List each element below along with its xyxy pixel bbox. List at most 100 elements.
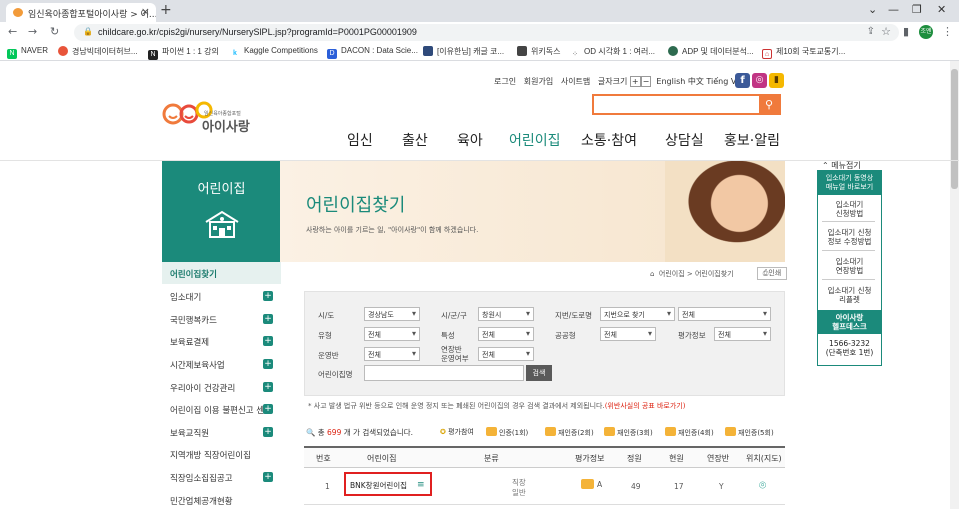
detail-list-icon[interactable]: ≡ (417, 480, 425, 490)
select-sido[interactable]: 경상남도 (364, 307, 420, 321)
browser-tab[interactable]: 임신육아종합포털아이사랑 > 어... × (6, 3, 156, 22)
expand-plus-icon[interactable]: + (263, 427, 273, 437)
quick-apply-method[interactable]: 입소대기 신청방법 (818, 198, 881, 220)
site-search-input[interactable]: ⚲ (592, 94, 781, 115)
login-link[interactable]: 로그인 (494, 77, 516, 86)
quick-extend-method[interactable]: 입소대기 연장방법 (818, 255, 881, 277)
select-sigungu[interactable]: 창원시 (478, 307, 534, 321)
scrollbar-thumb[interactable] (951, 69, 958, 189)
facebook-icon[interactable]: f (735, 73, 750, 88)
bookmark-gnbig[interactable]: 경남빅데이터허브... (58, 46, 138, 57)
new-tab-button[interactable]: + (160, 2, 172, 18)
quick-edit-method[interactable]: 입소대기 신청 정보 수정방법 (818, 226, 881, 248)
quick-leaflet[interactable]: 입소대기 신청 리플렛 (818, 284, 881, 306)
address-bar[interactable]: 🔒 childcare.go.kr/cpis2gi/nursery/Nursery… (74, 24, 899, 41)
bookmark-python[interactable]: N 파이썬 1 : 1 강의 (148, 46, 219, 60)
menu-kebab-icon[interactable]: ⋮ (942, 25, 953, 38)
bookmark-kaggle-kr[interactable]: [이유한님] 캐글 코... (423, 46, 504, 57)
home-icon[interactable]: ⌂ (650, 270, 654, 278)
forward-icon[interactable]: → (28, 25, 37, 38)
gnb-birth[interactable]: 출산 (402, 130, 428, 150)
gnb-community[interactable]: 소통·참여 (581, 130, 637, 150)
select-road-detail[interactable]: 전체 (678, 307, 771, 321)
nursery-name-input[interactable] (364, 365, 524, 381)
select-road-type[interactable]: 지번으로 찾기 (600, 307, 675, 321)
bookmark-naver[interactable]: N NAVER (7, 46, 48, 59)
notion-icon: N (148, 50, 158, 60)
lnb-item-private[interactable]: 민간업체공개현황 (162, 489, 281, 511)
label-grade: 평가정보 (678, 331, 706, 340)
select-extended[interactable]: 전체 (478, 347, 534, 361)
result-count: 🔍 총 699 개 가 검색되었습니다. (306, 427, 413, 438)
lnb-item-card[interactable]: 국민행복카드 + (162, 308, 281, 330)
lnb-item-nursery-search[interactable]: 어린이집찾기 (162, 262, 281, 284)
font-minus-button[interactable]: − (640, 76, 652, 87)
lnb-item-waiting[interactable]: 임소대기 + (162, 285, 281, 307)
sitemap-link[interactable]: 사이트맵 (561, 77, 590, 86)
lnb-item-hourly[interactable]: 시간제보육사업 + (162, 353, 281, 375)
profile-avatar[interactable]: 조엔 (919, 25, 933, 39)
label-feature: 특성 (441, 331, 455, 340)
lnb-title: 어린이집 (197, 182, 246, 197)
expand-plus-icon[interactable]: + (263, 336, 273, 346)
side-panel-icon[interactable]: ▮ (903, 25, 909, 38)
search-button[interactable]: 검색 (526, 365, 552, 381)
select-operation[interactable]: 전체 (364, 347, 420, 361)
map-pin-icon[interactable]: ⌾ (759, 478, 766, 493)
bookmark-od[interactable]: ⁘ OD 시각화 1 : 여러... (570, 46, 655, 60)
share-icon[interactable]: ⇪ (867, 26, 875, 37)
lnb-label: 시간제보육사업 (170, 361, 225, 371)
expand-plus-icon[interactable]: + (263, 291, 273, 301)
reload-icon[interactable]: ↻ (50, 25, 59, 38)
lnb-label: 직장임소집집공고 (170, 474, 233, 484)
expand-plus-icon[interactable]: + (263, 382, 273, 392)
site-logo[interactable]: 임신육아종합포털 아이사랑 (162, 100, 250, 135)
lnb-item-complaint[interactable]: 어린이집 이용 불편신고 센터 + (162, 398, 281, 420)
expand-plus-icon[interactable]: + (263, 314, 273, 324)
gnb-counsel[interactable]: 상담실 (665, 130, 704, 150)
print-button[interactable]: ⎙인쇄 (757, 267, 787, 280)
lnb-item-health[interactable]: 우리아이 건강관리 + (162, 376, 281, 398)
kakao-icon[interactable]: ▮ (769, 73, 784, 88)
nursery-name-link[interactable]: BNK창원어린이집 (350, 480, 407, 491)
close-tab-icon[interactable]: × (141, 5, 150, 18)
bookmark-kaggle[interactable]: k Kaggle Competitions (230, 46, 318, 59)
lnb-item-notice[interactable]: 직장임소집집공고 + (162, 466, 281, 488)
language-links[interactable]: English 中文 Tiếng Việt (656, 77, 746, 86)
expand-plus-icon[interactable]: + (263, 404, 273, 414)
expand-plus-icon[interactable]: + (263, 472, 273, 482)
medal-icon: ✪ (440, 428, 446, 436)
select-grade[interactable]: 전체 (714, 327, 771, 341)
bookmark-wikidocs[interactable]: 위키독스 (517, 46, 560, 57)
quick-divider (822, 279, 875, 280)
signup-link[interactable]: 회원가입 (524, 77, 553, 86)
dots-icon: ⁘ (570, 50, 580, 60)
select-public[interactable]: 전체 (600, 327, 656, 341)
bookmark-molit[interactable]: ⌂ 제10회 국토교통기... (762, 46, 845, 59)
instagram-icon[interactable]: ◎ (752, 73, 767, 88)
minimize-button[interactable]: — (888, 3, 899, 16)
lnb-item-payment[interactable]: 보육료결제 + (162, 330, 281, 352)
bookmark-adp[interactable]: ADP 및 데이터분석... (668, 46, 754, 57)
row-grade: A (597, 480, 603, 489)
font-plus-button[interactable]: + (629, 76, 641, 87)
back-icon[interactable]: ← (8, 25, 17, 38)
select-feature[interactable]: 전체 (478, 327, 534, 341)
gnb-parenting[interactable]: 육아 (457, 130, 483, 150)
violation-link[interactable]: (위반사실의 공표 바로가기) (605, 402, 686, 410)
select-type[interactable]: 전체 (364, 327, 420, 341)
gnb-nursery[interactable]: 어린이집 (509, 130, 561, 150)
maximize-button[interactable]: ❐ (912, 3, 922, 16)
search-icon[interactable]: ⚲ (759, 96, 779, 113)
chevron-down-icon[interactable]: ⌄ (868, 3, 877, 16)
gnb-pregnancy[interactable]: 임신 (347, 130, 373, 150)
gnb-news[interactable]: 홍보·알림 (724, 130, 780, 150)
bookmark-star-icon[interactable]: ☆ (881, 25, 891, 38)
lnb-item-staff[interactable]: 보육교직원 + (162, 421, 281, 443)
lnb-item-workplace[interactable]: 지역개방 직장어린이집 (162, 443, 281, 465)
quick-video-manual[interactable]: 입소대기 동영상 매뉴얼 바로보기 (818, 171, 881, 195)
bookmark-dacon[interactable]: D DACON : Data Scie... (327, 46, 418, 59)
close-window-button[interactable]: ✕ (937, 3, 946, 16)
expand-plus-icon[interactable]: + (263, 359, 273, 369)
lnb-label: 국민행복카드 (170, 316, 217, 326)
